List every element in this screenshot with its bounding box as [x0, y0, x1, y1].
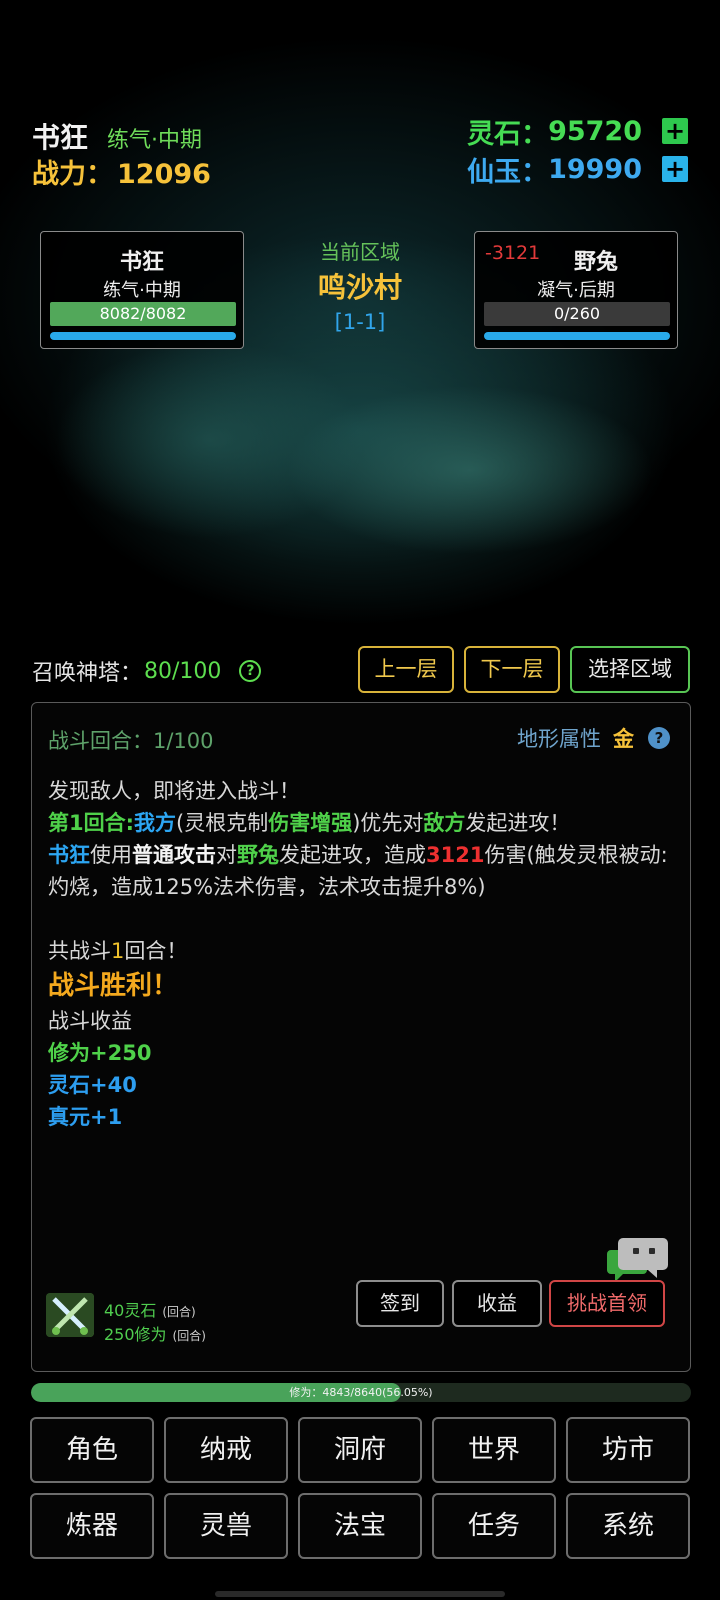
- area-label: 当前区域: [320, 240, 400, 264]
- chat-icon[interactable]: [607, 1236, 669, 1286]
- player-hp-bar: 8082/8082: [50, 302, 236, 326]
- reward-spirit-stone: 灵石+40: [48, 1073, 137, 1097]
- player-name: 书狂: [32, 121, 89, 154]
- log-text: 发起进攻！: [465, 811, 571, 835]
- log-damage: 3121: [426, 843, 485, 867]
- nav-system-button[interactable]: 系统: [566, 1493, 690, 1559]
- tower-label: 召唤神塔：: [32, 661, 143, 686]
- rewards-title: 战斗收益: [48, 1009, 132, 1033]
- immortal-jade-counter: 仙玉： 19990 +: [467, 152, 688, 188]
- nav-treasure-button[interactable]: 法宝: [298, 1493, 422, 1559]
- nav-cave-button[interactable]: 洞府: [298, 1417, 422, 1483]
- terrain-attribute: 地形属性 金 ?: [517, 723, 670, 753]
- victory-text: 战斗胜利！: [48, 971, 179, 1001]
- enemy-hp-bar: 0/260: [484, 302, 670, 326]
- enemy-card-name: 野兔: [573, 250, 618, 275]
- player-mana-bar: [50, 332, 236, 340]
- enemy-battle-card: -3121 野兔 凝气·后期 0/260: [474, 231, 678, 349]
- crossed-swords-icon: [46, 1293, 94, 1337]
- nav-market-button[interactable]: 坊市: [566, 1417, 690, 1483]
- nav-forge-button[interactable]: 炼器: [30, 1493, 154, 1559]
- battle-log-panel: 战斗回合：1/100 地形属性 金 ? 发现敌人，即将进入战斗！ 第1回合:我方…: [31, 702, 691, 1372]
- log-ally: 我方: [134, 811, 177, 835]
- per-round-label: (回合): [172, 1329, 206, 1343]
- battle-log-text: 发现敌人，即将进入战斗！ 第1回合:我方(灵根克制伤害增强)优先对敌方发起进攻！…: [48, 775, 676, 1133]
- jade-value: 19990: [548, 153, 642, 185]
- log-line: 共战斗1回合！: [48, 935, 676, 967]
- player-card-name: 书狂: [119, 250, 164, 275]
- add-stone-button[interactable]: +: [662, 118, 688, 144]
- reward-cultivation: 修为+250: [48, 1041, 152, 1065]
- battle-round: 战斗回合：1/100: [48, 729, 214, 753]
- player-card-realm: 练气·中期: [103, 280, 181, 301]
- log-round-count: 1: [111, 939, 125, 963]
- spirit-stone-counter: 灵石： 95720 +: [467, 114, 688, 150]
- player-realm: 练气·中期: [107, 128, 202, 153]
- select-area-button[interactable]: 选择区域: [570, 646, 690, 693]
- sign-in-button[interactable]: 签到: [356, 1280, 444, 1327]
- cultivation-progress-label: 修为：4843/8640(56.05%): [289, 1386, 433, 1399]
- log-skill: 普通攻击: [132, 843, 216, 867]
- nav-world-button[interactable]: 世界: [432, 1417, 556, 1483]
- log-text: 对: [216, 843, 237, 867]
- idle-stone-text: 40灵石: [104, 1301, 157, 1320]
- log-line: 书狂使用普通攻击对野兔发起进攻，造成3121伤害(触发灵根被动: 灼烧，造成12…: [48, 839, 676, 903]
- log-text: 共战斗: [48, 939, 111, 963]
- terrain-label: 地形属性: [517, 727, 601, 751]
- enemy-mana-bar: [484, 332, 670, 340]
- log-text: (灵根克制: [176, 811, 269, 835]
- log-line: 第1回合:我方(灵根克制伤害增强)优先对敌方发起进攻！: [48, 807, 676, 839]
- terrain-help-icon[interactable]: ?: [648, 727, 670, 749]
- challenge-boss-button[interactable]: 挑战首领: [549, 1280, 665, 1327]
- idle-stone-rate: 40灵石 (回合): [104, 1297, 196, 1321]
- idle-cultivation-rate: 250修为 (回合): [104, 1321, 206, 1345]
- log-line: 发现敌人，即将进入战斗！: [48, 779, 300, 803]
- player-battle-card: 书狂 练气·中期 8082/8082: [40, 231, 244, 349]
- log-target: 野兔: [237, 843, 279, 867]
- home-indicator: [215, 1591, 505, 1597]
- nav-character-button[interactable]: 角色: [30, 1417, 154, 1483]
- next-floor-button[interactable]: 下一层: [464, 646, 560, 693]
- power-label: 战力：: [32, 159, 113, 190]
- log-text: )优先对: [352, 811, 424, 835]
- area-code: [1-1]: [334, 310, 386, 334]
- log-attacker: 书狂: [48, 843, 90, 867]
- stone-value: 95720: [548, 115, 642, 147]
- log-boost: 伤害增强: [268, 811, 353, 835]
- tower-help-icon[interactable]: ?: [239, 660, 262, 682]
- log-enemy: 敌方: [423, 811, 466, 835]
- status-header: 书狂 练气·中期 战力： 12096 灵石： 95720 + 仙玉： 19990 …: [32, 112, 688, 192]
- log-text: 使用: [90, 843, 132, 867]
- tower-value: 80/100: [144, 658, 222, 684]
- jade-label: 仙玉：: [467, 156, 549, 188]
- nav-spirit-beast-button[interactable]: 灵兽: [164, 1493, 288, 1559]
- idle-cult-text: 250修为: [104, 1325, 167, 1344]
- area-name: 鸣沙村: [317, 271, 402, 304]
- stone-label: 灵石：: [467, 118, 549, 150]
- nav-ring-button[interactable]: 纳戒: [164, 1417, 288, 1483]
- bottom-navigation: 角色 纳戒 洞府 世界 坊市炼器 灵兽 法宝 任务 系统: [30, 1417, 692, 1559]
- reward-true-essence: 真元+1: [48, 1105, 123, 1129]
- log-text: 发起进攻，造成: [279, 843, 426, 867]
- add-jade-button[interactable]: +: [662, 156, 688, 182]
- log-round-tag: 第1回合:: [48, 811, 135, 835]
- per-round-label: (回合): [162, 1305, 196, 1319]
- enemy-card-realm: 凝气·后期: [537, 280, 615, 301]
- prev-floor-button[interactable]: 上一层: [358, 646, 454, 693]
- nav-quest-button[interactable]: 任务: [432, 1493, 556, 1559]
- income-button[interactable]: 收益: [452, 1280, 542, 1327]
- terrain-value: 金: [613, 727, 634, 751]
- summon-tower-progress: 召唤神塔： 80/100 ?: [32, 655, 262, 687]
- log-text: 回合！: [124, 939, 188, 963]
- power-value: 12096: [117, 159, 211, 190]
- cultivation-progress-bar: 修为：4843/8640(56.05%): [31, 1383, 691, 1402]
- combat-power: 战力： 12096: [32, 152, 211, 191]
